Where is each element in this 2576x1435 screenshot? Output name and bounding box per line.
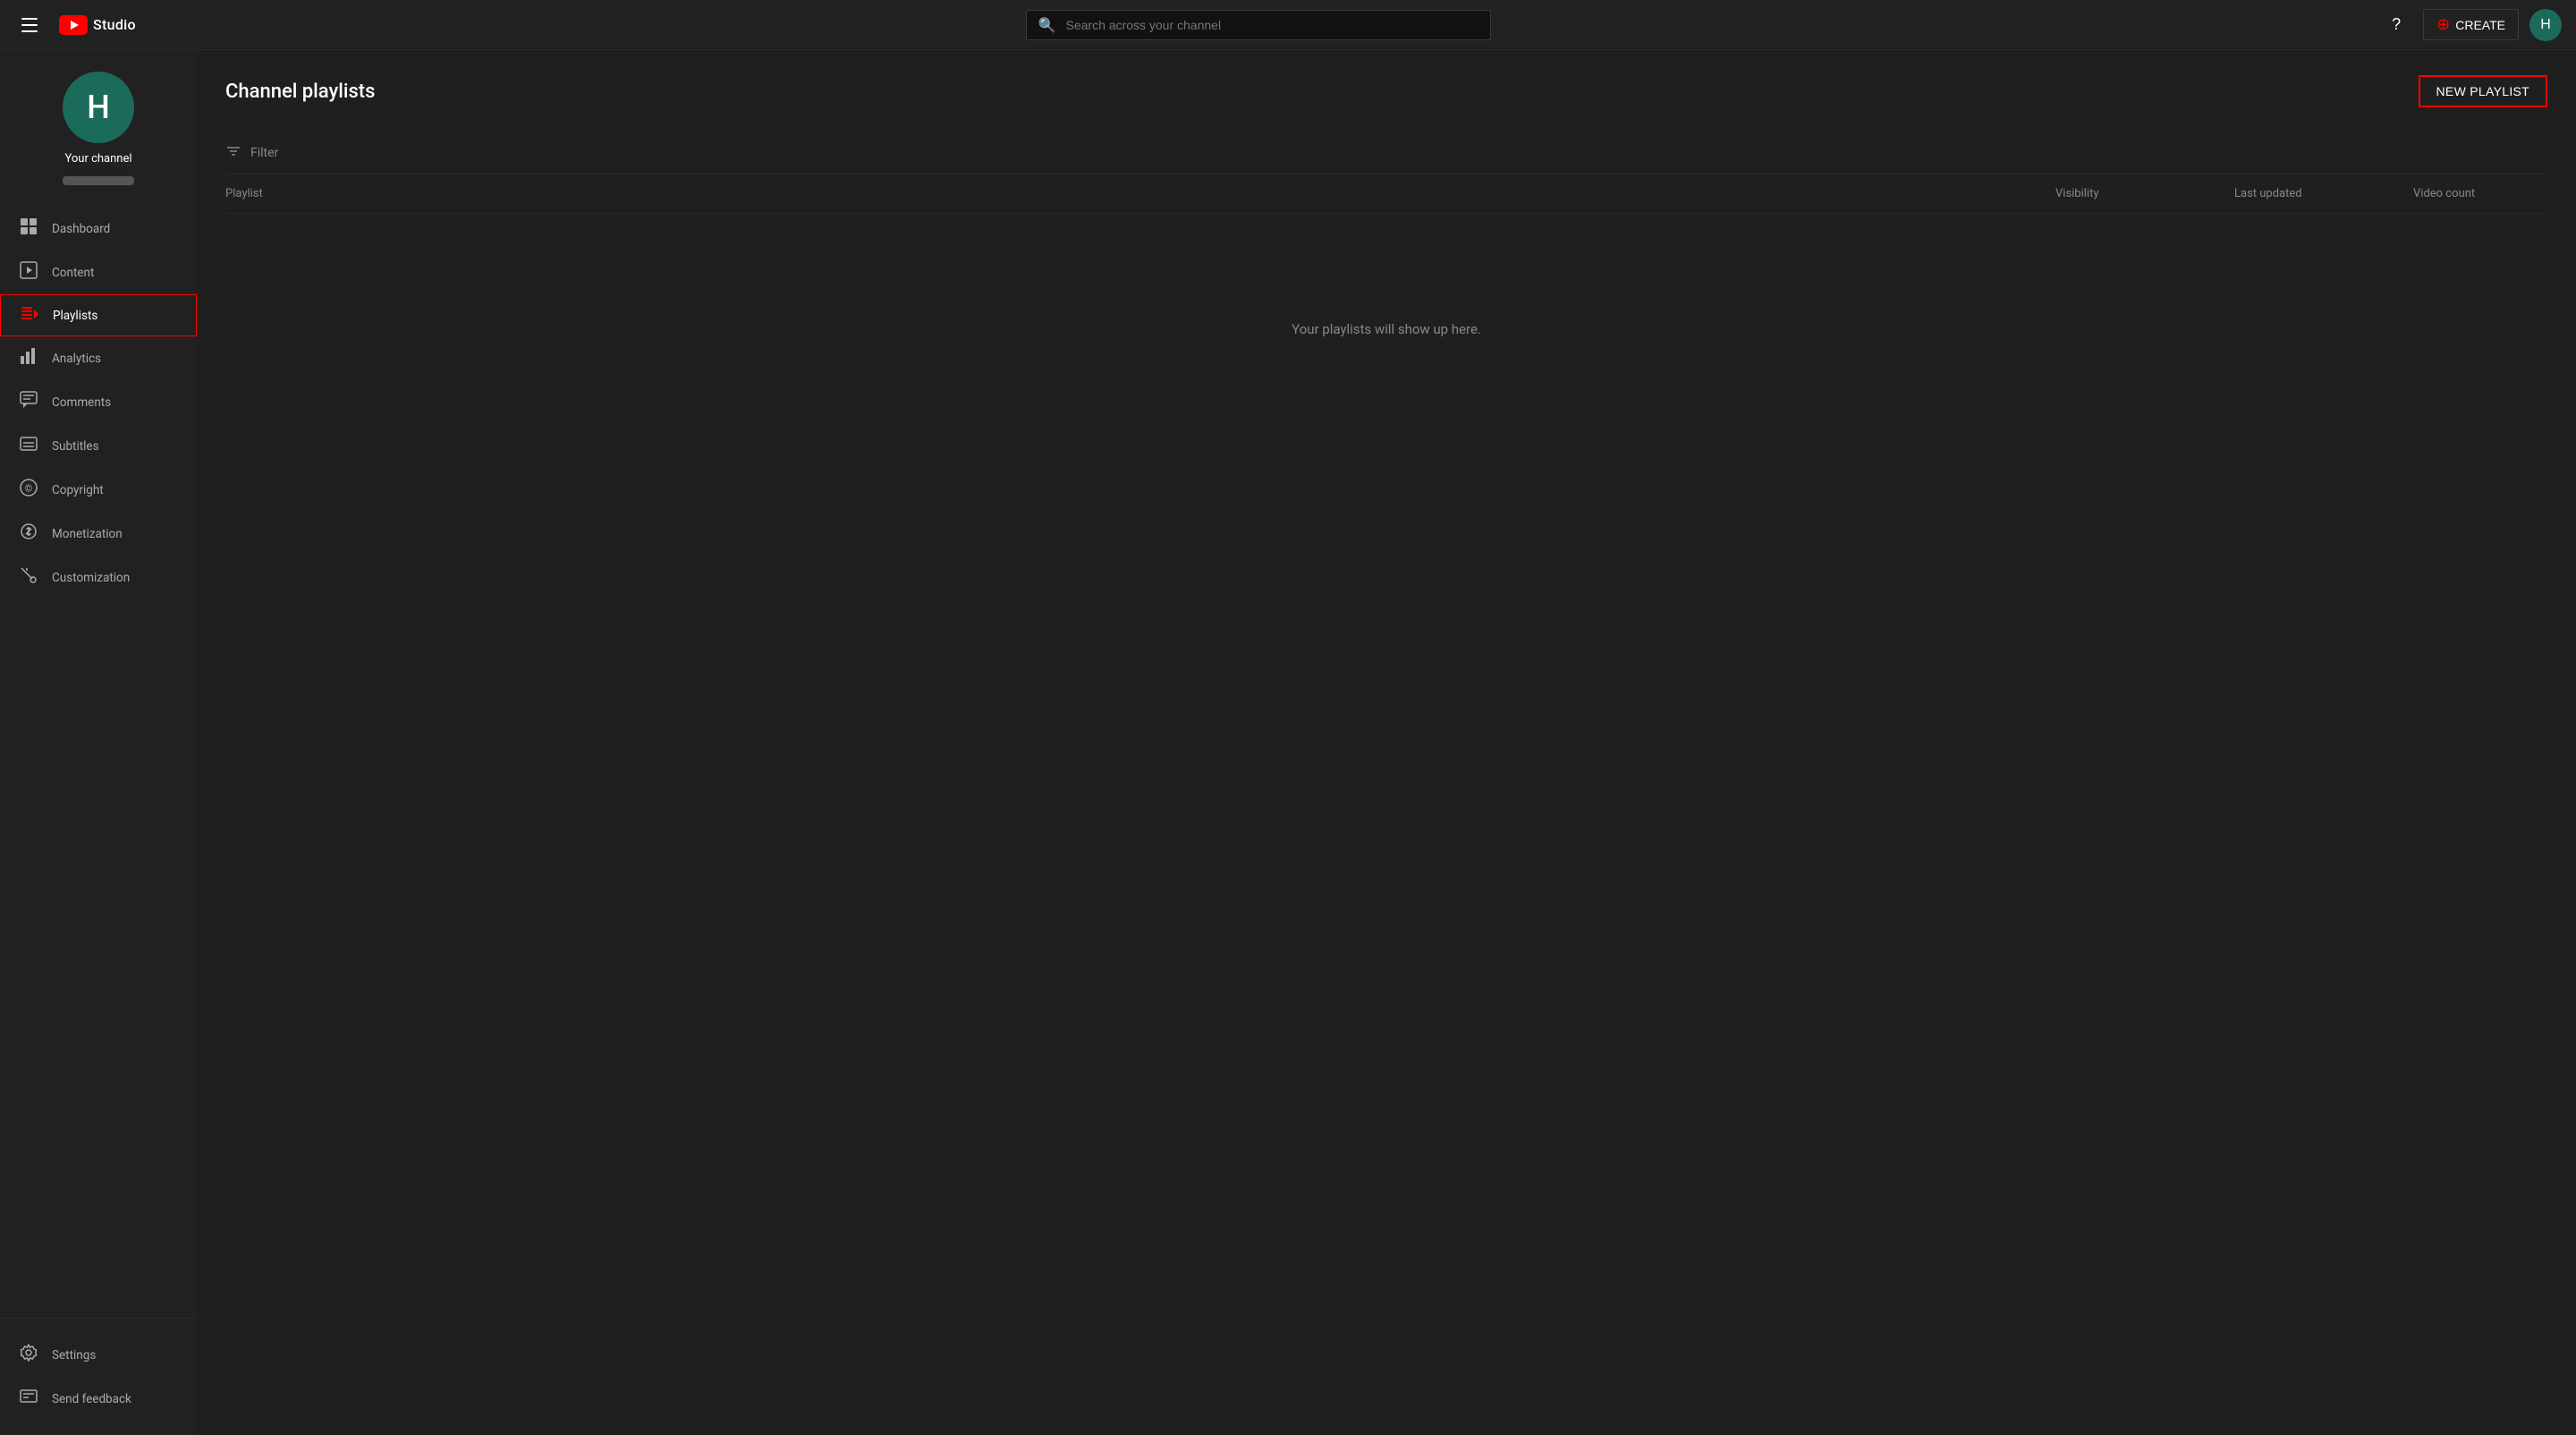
- dashboard-icon: [18, 217, 39, 240]
- sidebar-item-comments[interactable]: Comments: [0, 380, 197, 424]
- customization-icon: [18, 566, 39, 589]
- playlists-label: Playlists: [53, 309, 97, 323]
- monetization-icon: [18, 522, 39, 545]
- settings-icon: [18, 1344, 39, 1366]
- filter-icon: [225, 143, 242, 163]
- comments-icon: [18, 391, 39, 413]
- sidebar: H Your channel Dashboard Content: [0, 50, 197, 1435]
- monetization-label: Monetization: [52, 527, 123, 541]
- content-icon: [18, 261, 39, 284]
- col-last-updated: Last updated: [2234, 187, 2413, 200]
- sidebar-item-content[interactable]: Content: [0, 250, 197, 294]
- col-visibility: Visibility: [2055, 187, 2234, 200]
- create-icon: ⊕: [2436, 15, 2450, 34]
- page-header: Channel playlists NEW PLAYLIST: [225, 75, 2547, 107]
- sidebar-item-send-feedback[interactable]: Send feedback: [0, 1377, 197, 1421]
- subtitles-label: Subtitles: [52, 439, 99, 454]
- subtitles-icon: [18, 435, 39, 457]
- filter-bar: Filter: [225, 132, 2547, 174]
- send-feedback-icon: [18, 1388, 39, 1410]
- sidebar-item-monetization[interactable]: Monetization: [0, 512, 197, 556]
- analytics-label: Analytics: [52, 352, 101, 366]
- channel-name-blurred: [63, 176, 134, 185]
- topbar: Studio 🔍 ? ⊕ CREATE H: [0, 0, 2576, 50]
- youtube-icon: [59, 15, 88, 35]
- new-playlist-button[interactable]: NEW PLAYLIST: [2419, 75, 2547, 107]
- channel-avatar[interactable]: H: [63, 72, 134, 143]
- channel-label: Your channel: [64, 152, 131, 166]
- content-label: Content: [52, 266, 94, 280]
- studio-label: Studio: [93, 16, 136, 33]
- sidebar-item-analytics[interactable]: Analytics: [0, 336, 197, 380]
- sidebar-item-customization[interactable]: Customization: [0, 556, 197, 599]
- search-bar: 🔍: [150, 10, 2366, 40]
- empty-message: Your playlists will show up here.: [225, 321, 2547, 337]
- settings-label: Settings: [52, 1348, 96, 1363]
- sidebar-item-subtitles[interactable]: Subtitles: [0, 424, 197, 468]
- hamburger-menu[interactable]: [14, 11, 45, 39]
- table-header: Playlist Visibility Last updated Video c…: [225, 174, 2547, 214]
- topbar-right: ? ⊕ CREATE H: [2380, 9, 2562, 41]
- sidebar-nav: Dashboard Content: [0, 200, 197, 1311]
- sidebar-item-copyright[interactable]: © Copyright: [0, 468, 197, 512]
- analytics-icon: [18, 347, 39, 369]
- logo[interactable]: Studio: [59, 15, 136, 35]
- body-area: H Your channel Dashboard Content: [0, 50, 2576, 1435]
- customization-label: Customization: [52, 571, 130, 585]
- dashboard-label: Dashboard: [52, 222, 110, 236]
- search-icon: 🔍: [1038, 16, 1056, 33]
- playlists-icon: [19, 304, 40, 327]
- sidebar-item-playlists[interactable]: Playlists: [0, 294, 197, 336]
- send-feedback-label: Send feedback: [52, 1392, 131, 1406]
- sidebar-divider: [0, 1318, 197, 1319]
- sidebar-item-dashboard[interactable]: Dashboard: [0, 207, 197, 250]
- avatar-button[interactable]: H: [2529, 9, 2562, 41]
- col-video-count: Video count: [2413, 187, 2547, 200]
- create-label: CREATE: [2455, 18, 2505, 32]
- col-playlist: Playlist: [225, 187, 2055, 200]
- copyright-icon: ©: [18, 479, 39, 501]
- page-title: Channel playlists: [225, 81, 375, 103]
- comments-label: Comments: [52, 395, 111, 410]
- help-button[interactable]: ?: [2380, 9, 2412, 41]
- search-input[interactable]: [1026, 10, 1491, 40]
- copyright-label: Copyright: [52, 483, 104, 497]
- main-content: Channel playlists NEW PLAYLIST Filter Pl…: [197, 50, 2576, 1435]
- sidebar-bottom: Settings Send feedback: [0, 1326, 197, 1435]
- create-button[interactable]: ⊕ CREATE: [2423, 9, 2519, 40]
- filter-label[interactable]: Filter: [250, 146, 278, 160]
- channel-info: H Your channel: [0, 50, 197, 200]
- sidebar-item-settings[interactable]: Settings: [0, 1333, 197, 1377]
- svg-text:©: ©: [25, 483, 33, 495]
